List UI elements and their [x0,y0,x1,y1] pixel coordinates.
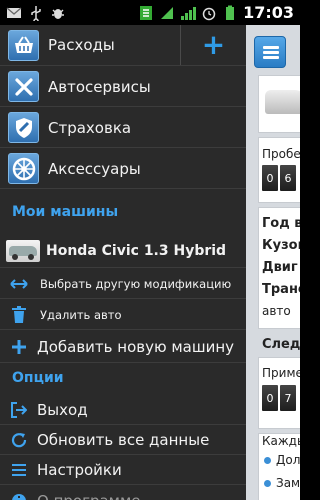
email-icon [6,7,22,18]
trash-icon [10,306,28,323]
bullet-icon [264,457,271,464]
bullet-text: Дол [276,453,300,467]
drawer-item-services[interactable]: Автосервисы [0,67,246,107]
data-transfer-icon [140,5,153,20]
approx-counter: 0 7 [262,385,296,411]
car-thumbnail [6,239,40,262]
option-about[interactable]: О программе [0,486,246,500]
add-car-label: Добавить новую машину [37,337,235,356]
navigation-drawer: Расходы + Автосервисы Страховка Аксессуа… [0,25,246,500]
option-exit[interactable]: Выход [0,396,246,425]
each-label: Кажды [262,434,300,448]
approx-digit: 0 [262,385,278,411]
bullet-icon [264,480,271,487]
option-label: Обновить все данные [37,431,210,449]
tools-icon [8,71,39,102]
option-label: Настройки [37,461,122,479]
drawer-item-label: Страховка [48,118,132,137]
mileage-label: Пробег [262,147,300,161]
option-label: Выход [37,401,88,419]
wheel-icon [8,153,39,184]
clock: 17:03 [243,3,294,22]
swap-arrows-icon [10,278,28,289]
drawer-item-insurance[interactable]: Страховка [0,108,246,148]
alarm-icon [202,7,216,20]
basket-icon [8,29,39,61]
plus-icon: + [201,28,226,61]
car-item[interactable]: Honda Civic 1.3 Hybrid [0,234,246,268]
mileage-digit: 0 [262,165,278,191]
drawer-item-label: Аксессуары [48,159,141,178]
spec-engine-label: Двиг [262,260,298,275]
approx-label: Приме [262,366,300,380]
bullet-text: Зам [276,476,300,490]
wifi-icon [161,6,174,19]
option-refresh[interactable]: Обновить все данные [0,426,246,455]
settings-icon [10,464,28,476]
spec-auto-value: авто [262,304,291,318]
option-settings[interactable]: Настройки [0,456,246,485]
plus-icon [10,339,28,355]
status-bar: 17:03 [0,0,300,25]
drawer-item-accessories[interactable]: Аксессуары [0,149,246,189]
menu-button[interactable] [254,36,286,68]
change-modification-item[interactable]: Выбрать другую модификацию [0,269,246,299]
main-content: Пробег 0 6 Год в Кузов Двиг Транс авто С… [246,25,300,500]
exit-icon [10,402,28,418]
option-label: О программе [37,492,141,500]
spec-transmission-label: Транс [262,282,300,297]
add-expense-button[interactable]: + [180,25,246,65]
bug-icon [52,8,64,19]
drawer-item-label: Автосервисы [48,77,151,96]
change-modification-label: Выбрать другую модификацию [40,276,232,291]
car-photo [265,90,300,114]
mileage-digit: 6 [280,165,296,191]
next-service-title: Следу [262,337,300,352]
shield-icon [8,112,39,143]
delete-car-label: Удалить авто [40,307,122,322]
info-icon [10,493,28,500]
my-cars-section-title: Мои машины [12,204,119,220]
drawer-item-label: Расходы [48,36,115,54]
refresh-icon [10,432,28,448]
drawer-item-expenses[interactable]: Расходы + [0,25,246,66]
signal-icon [181,6,197,20]
add-car-item[interactable]: Добавить новую машину [0,331,246,363]
mileage-counter: 0 6 [262,165,296,191]
spec-year-label: Год в [262,216,300,231]
car-name: Honda Civic 1.3 Hybrid [46,242,227,259]
usb-icon [31,5,41,21]
options-section-title: Опции [12,370,64,386]
battery-icon [226,5,235,20]
delete-car-item[interactable]: Удалить авто [0,300,246,330]
spec-body-label: Кузов [262,238,300,253]
approx-digit: 7 [280,385,296,411]
car-photo-card [258,75,300,133]
